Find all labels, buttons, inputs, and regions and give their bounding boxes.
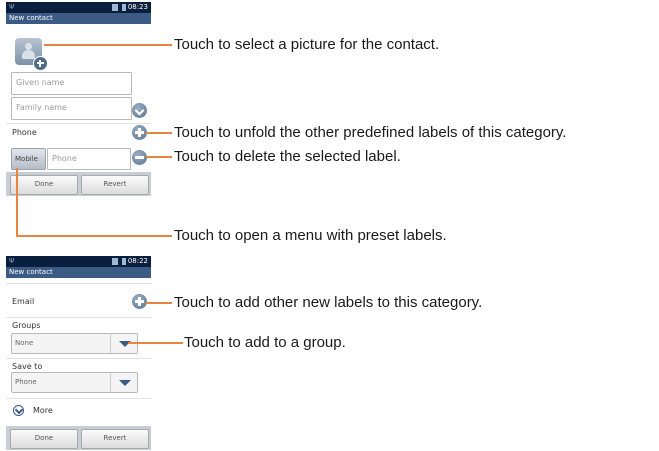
given-name-placeholder: Given name	[16, 78, 65, 87]
divider	[6, 398, 151, 399]
save-to-value: Phone	[15, 378, 37, 386]
save-to-select[interactable]: Phone	[11, 372, 138, 393]
person-head	[25, 43, 32, 50]
divider	[6, 123, 151, 124]
chevron-down-icon	[134, 105, 145, 116]
battery-icon	[122, 4, 126, 11]
network-icon	[112, 4, 118, 11]
dropdown-arrow-icon	[110, 373, 137, 392]
family-name-input[interactable]: Family name	[11, 97, 132, 120]
status-time: 08:22	[127, 257, 148, 265]
done-button[interactable]: Done	[10, 175, 78, 195]
phone-section-label: Phone	[12, 128, 37, 137]
done-label: Done	[34, 180, 54, 188]
groups-value: None	[15, 339, 34, 347]
person-body	[22, 50, 35, 59]
revert-label: Revert	[103, 434, 127, 442]
save-to-label: Save to	[12, 362, 43, 371]
status-bar: Ψ 08:22	[6, 256, 151, 267]
signal-icon: Ψ	[9, 3, 15, 11]
groups-label: Groups	[12, 321, 41, 330]
callout-picture: Touch to select a picture for the contac…	[174, 36, 440, 53]
revert-label: Revert	[103, 180, 127, 188]
email-section-label: Email	[12, 297, 35, 306]
callout-line-delete	[146, 156, 172, 158]
divider	[6, 283, 151, 284]
callout-vline-menu	[16, 168, 18, 237]
plus-icon-v	[138, 128, 141, 137]
more-label[interactable]: More	[33, 406, 53, 416]
status-time: 08:23	[127, 3, 148, 11]
callout-add-labels: Touch to add other new labels to this ca…	[174, 294, 483, 311]
chevron-down-icon[interactable]	[13, 405, 24, 416]
callout-line-add-labels	[146, 302, 172, 304]
mobile-label-text: Mobile	[15, 155, 38, 163]
expand-name-button[interactable]	[132, 103, 147, 118]
callout-line-picture	[44, 44, 172, 46]
phone-input[interactable]: Phone	[47, 148, 131, 170]
done-button[interactable]: Done	[10, 429, 78, 449]
callout-delete: Touch to delete the selected label.	[174, 148, 401, 165]
plus-icon-v	[138, 297, 141, 306]
revert-button[interactable]: Revert	[81, 175, 149, 195]
action-bar: Done Revert	[6, 172, 151, 196]
title-bar: New contact	[6, 13, 151, 24]
given-name-input[interactable]: Given name	[11, 72, 132, 95]
callout-line-group	[128, 342, 183, 344]
phone-placeholder: Phone	[52, 154, 77, 163]
divider	[6, 317, 151, 318]
done-label: Done	[34, 434, 54, 442]
add-icon	[33, 56, 48, 71]
divider	[6, 358, 151, 359]
mobile-label-button[interactable]: Mobile	[11, 148, 46, 170]
contact-screen-bottom: Ψ 08:22 New contact Email Groups None Sa…	[6, 256, 151, 450]
battery-icon	[122, 258, 126, 265]
signal-icon: Ψ	[9, 257, 15, 265]
action-bar: Done Revert	[6, 426, 151, 450]
screen-title: New contact	[9, 268, 53, 276]
delete-label-button[interactable]	[132, 150, 147, 165]
family-name-placeholder: Family name	[16, 103, 67, 112]
add-phone-label-button[interactable]	[132, 125, 147, 140]
groups-select[interactable]: None	[11, 333, 138, 354]
callout-line-unfold	[146, 132, 172, 134]
revert-button[interactable]: Revert	[81, 429, 149, 449]
title-bar: New contact	[6, 267, 151, 278]
callout-menu: Touch to open a menu with preset labels.	[174, 227, 447, 244]
screen-title: New contact	[9, 14, 53, 22]
network-icon	[112, 258, 118, 265]
add-email-label-button[interactable]	[132, 294, 147, 309]
callout-line-menu	[16, 235, 172, 237]
status-bar: Ψ 08:23	[6, 2, 151, 13]
contact-picture-button[interactable]	[15, 38, 48, 71]
callout-unfold: Touch to unfold the other predefined lab…	[174, 124, 567, 141]
minus-icon	[135, 156, 144, 159]
contact-screen-top: Ψ 08:23 New contact Given name Family na…	[6, 2, 151, 198]
callout-group: Touch to add to a group.	[184, 334, 346, 351]
